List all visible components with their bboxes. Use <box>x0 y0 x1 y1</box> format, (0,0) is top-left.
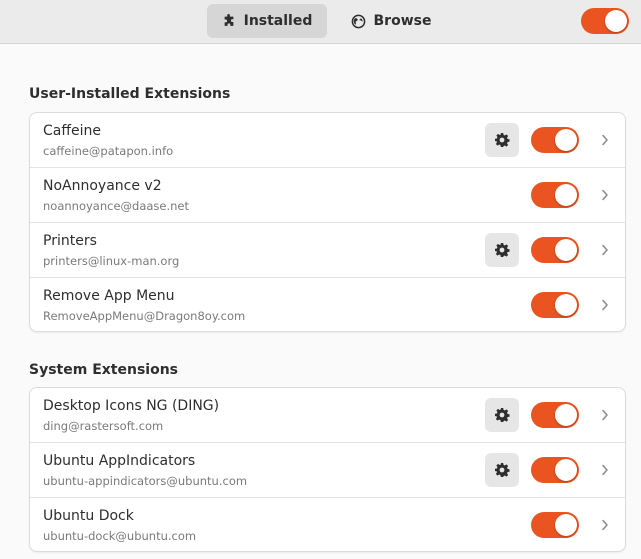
extension-uuid: ubuntu-appindicators@ubuntu.com <box>43 474 248 488</box>
extension-row-ubuntu-appindicators[interactable]: Ubuntu AppIndicators ubuntu-appindicator… <box>30 443 625 498</box>
gear-icon <box>495 243 510 257</box>
extension-name: Caffeine <box>43 123 101 139</box>
extension-uuid: ubuntu-dock@ubuntu.com <box>43 529 197 543</box>
extension-row-printers[interactable]: Printers printers@linux-man.org <box>30 223 625 278</box>
extension-uuid: printers@linux-man.org <box>43 254 180 268</box>
chevron-right-icon[interactable] <box>599 407 611 423</box>
system-extensions-list: Desktop Icons NG (DING) ding@rastersoft.… <box>29 387 626 552</box>
chevron-right-icon[interactable] <box>599 297 611 313</box>
puzzle-piece-icon <box>222 14 236 28</box>
extension-row-ubuntu-dock[interactable]: Ubuntu Dock ubuntu-dock@ubuntu.com <box>30 498 625 551</box>
settings-button[interactable] <box>485 453 519 487</box>
toggle-knob <box>555 459 577 481</box>
settings-button[interactable] <box>485 233 519 267</box>
extension-name: NoAnnoyance v2 <box>43 178 162 194</box>
enable-toggle[interactable] <box>531 512 579 538</box>
toggle-knob <box>605 10 627 32</box>
tab-browse[interactable]: Browse <box>343 4 439 38</box>
toggle-knob <box>555 239 577 261</box>
extension-name: Desktop Icons NG (DING) <box>43 398 220 414</box>
extension-name: Ubuntu Dock <box>43 508 134 524</box>
gear-icon <box>495 408 510 422</box>
gear-icon <box>495 133 510 147</box>
tab-installed[interactable]: Installed <box>207 4 327 38</box>
extension-name: Remove App Menu <box>43 288 175 304</box>
section-title-system: System Extensions <box>29 362 178 378</box>
user-extensions-list: Caffeine caffeine@patapon.info NoAnnoyan… <box>29 112 626 332</box>
tab-installed-label: Installed <box>243 13 313 29</box>
extension-uuid: caffeine@patapon.info <box>43 144 174 158</box>
tab-browse-label: Browse <box>373 13 432 29</box>
enable-toggle[interactable] <box>531 402 579 428</box>
extension-name: Ubuntu AppIndicators <box>43 453 196 469</box>
chevron-right-icon[interactable] <box>599 242 611 258</box>
extension-row-caffeine[interactable]: Caffeine caffeine@patapon.info <box>30 113 625 168</box>
extension-name: Printers <box>43 233 97 249</box>
enable-toggle[interactable] <box>531 237 579 263</box>
enable-toggle[interactable] <box>531 457 579 483</box>
extension-row-noannoyance[interactable]: NoAnnoyance v2 noannoyance@daase.net <box>30 168 625 223</box>
globe-icon <box>351 14 366 29</box>
toggle-knob <box>555 514 577 536</box>
chevron-right-icon[interactable] <box>599 462 611 478</box>
toggle-knob <box>555 184 577 206</box>
gear-icon <box>495 463 510 477</box>
settings-button[interactable] <box>485 398 519 432</box>
global-extensions-toggle[interactable] <box>581 8 629 34</box>
settings-button[interactable] <box>485 123 519 157</box>
chevron-right-icon[interactable] <box>599 132 611 148</box>
extension-uuid: ding@rastersoft.com <box>43 419 164 433</box>
section-title-user-installed: User-Installed Extensions <box>29 86 231 102</box>
chevron-right-icon[interactable] <box>599 187 611 203</box>
enable-toggle[interactable] <box>531 182 579 208</box>
extension-row-desktop-icons[interactable]: Desktop Icons NG (DING) ding@rastersoft.… <box>30 388 625 443</box>
extension-row-remove-app-menu[interactable]: Remove App Menu RemoveAppMenu@Dragon8oy.… <box>30 278 625 331</box>
toggle-knob <box>555 404 577 426</box>
toggle-knob <box>555 129 577 151</box>
extension-uuid: noannoyance@daase.net <box>43 199 190 213</box>
extension-uuid: RemoveAppMenu@Dragon8oy.com <box>43 309 246 323</box>
header-bar: Installed Browse <box>0 0 641 44</box>
chevron-right-icon[interactable] <box>599 517 611 533</box>
enable-toggle[interactable] <box>531 127 579 153</box>
enable-toggle[interactable] <box>531 292 579 318</box>
toggle-knob <box>555 294 577 316</box>
